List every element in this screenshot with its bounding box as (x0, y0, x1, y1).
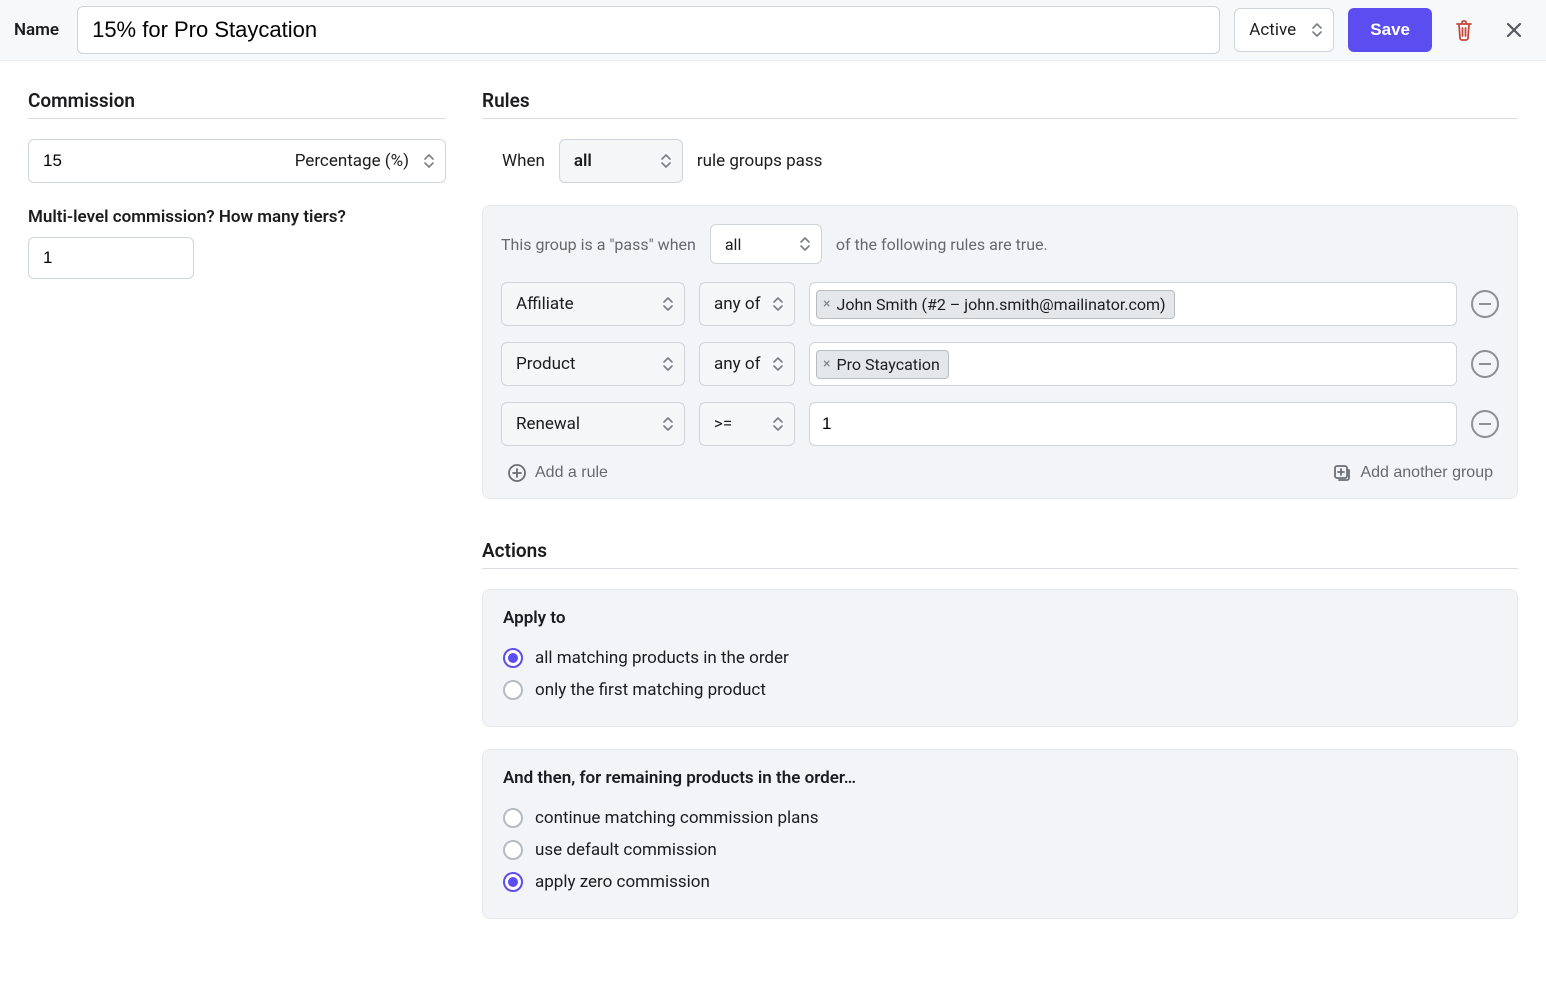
radio-icon (503, 840, 523, 860)
commission-value-input[interactable] (29, 140, 280, 182)
delete-button[interactable] (1446, 12, 1482, 48)
value-chip: × John Smith (#2 – john.smith@mailinator… (816, 290, 1175, 319)
group-suffix: of the following rules are true. (836, 235, 1048, 254)
rule-op-value: any of (714, 294, 761, 314)
chevron-updown-icon (772, 355, 784, 373)
close-icon (1505, 21, 1523, 39)
apply-to-panel: Apply to all matching products in the or… (482, 589, 1518, 727)
radio-label: only the first matching product (535, 680, 766, 700)
rule-field-select[interactable]: Product (501, 342, 685, 386)
commission-row: Percentage (%) (28, 139, 446, 183)
apply-to-option[interactable]: all matching products in the order (503, 642, 1497, 674)
rule-row: Renewal >= (501, 402, 1499, 446)
commission-type-select[interactable]: Percentage (%) (280, 140, 445, 182)
chevron-updown-icon (660, 152, 672, 170)
close-button[interactable] (1496, 12, 1532, 48)
rules-when-mode-value: all (574, 151, 592, 171)
remaining-heading: And then, for remaining products in the … (503, 768, 1497, 788)
add-rule-label: Add a rule (535, 464, 608, 482)
status-select[interactable]: Active (1234, 8, 1334, 52)
commission-heading: Commission (28, 89, 446, 119)
rule-value-input[interactable] (809, 402, 1457, 446)
remaining-option[interactable]: apply zero commission (503, 866, 1497, 898)
add-group-label: Add another group (1360, 464, 1493, 482)
value-chip: × Pro Staycation (816, 350, 949, 379)
chip-label: Pro Staycation (836, 355, 939, 374)
save-button[interactable]: Save (1348, 8, 1432, 52)
actions-heading: Actions (482, 539, 1518, 569)
rule-op-value: any of (714, 354, 761, 374)
rule-op-select[interactable]: any of (699, 342, 795, 386)
remaining-option[interactable]: continue matching commission plans (503, 802, 1497, 834)
radio-icon (503, 808, 523, 828)
add-group-button[interactable]: Add another group (1326, 462, 1499, 484)
chip-remove-icon[interactable]: × (823, 297, 830, 311)
chip-label: John Smith (#2 – john.smith@mailinator.c… (836, 295, 1165, 314)
group-mode-select[interactable]: all (710, 224, 822, 264)
plus-circle-icon (507, 463, 527, 483)
header-bar: Name Active Save (0, 0, 1546, 61)
group-prefix: This group is a "pass" when (501, 235, 696, 254)
rule-row: Product any of × Pro Staycation (501, 342, 1499, 386)
rules-when-mode-select[interactable]: all (559, 139, 683, 183)
radio-label: all matching products in the order (535, 648, 789, 668)
remaining-panel: And then, for remaining products in the … (482, 749, 1518, 919)
radio-icon (503, 680, 523, 700)
chevron-updown-icon (423, 152, 435, 170)
radio-icon (503, 648, 523, 668)
name-label: Name (12, 20, 63, 40)
status-value: Active (1249, 20, 1296, 40)
radio-label: use default commission (535, 840, 717, 860)
rule-field-select[interactable]: Renewal (501, 402, 685, 446)
chip-remove-icon[interactable]: × (823, 357, 830, 371)
group-mode-value: all (725, 235, 741, 254)
remove-rule-button[interactable] (1471, 290, 1499, 318)
rule-value-box[interactable]: × John Smith (#2 – john.smith@mailinator… (809, 282, 1457, 326)
rule-group-header: This group is a "pass" when all of the f… (501, 224, 1499, 264)
chevron-updown-icon (662, 415, 674, 433)
plan-name-input[interactable] (77, 6, 1220, 54)
chevron-updown-icon (799, 235, 811, 253)
chevron-updown-icon (1311, 21, 1323, 39)
rules-when-suffix: rule groups pass (697, 151, 823, 171)
rule-op-value: >= (714, 414, 732, 434)
radio-label: continue matching commission plans (535, 808, 819, 828)
trash-icon (1454, 19, 1474, 41)
rule-field-select[interactable]: Affiliate (501, 282, 685, 326)
rule-op-select[interactable]: >= (699, 402, 795, 446)
rule-op-select[interactable]: any of (699, 282, 795, 326)
rule-group: This group is a "pass" when all of the f… (482, 205, 1518, 499)
chevron-updown-icon (772, 415, 784, 433)
remove-rule-button[interactable] (1471, 410, 1499, 438)
radio-label: apply zero commission (535, 872, 710, 892)
chevron-updown-icon (662, 295, 674, 313)
rules-heading: Rules (482, 89, 1518, 119)
rule-field-value: Affiliate (516, 294, 574, 314)
tiers-label: Multi-level commission? How many tiers? (28, 207, 446, 227)
rule-value-box[interactable]: × Pro Staycation (809, 342, 1457, 386)
rules-when-row: When all rule groups pass (502, 139, 1518, 183)
radio-icon (503, 872, 523, 892)
apply-to-option[interactable]: only the first matching product (503, 674, 1497, 706)
remaining-option[interactable]: use default commission (503, 834, 1497, 866)
chevron-updown-icon (662, 355, 674, 373)
apply-to-heading: Apply to (503, 608, 1497, 628)
rule-field-value: Product (516, 354, 575, 374)
tiers-input[interactable] (28, 237, 194, 279)
add-group-icon (1332, 463, 1352, 483)
chevron-updown-icon (772, 295, 784, 313)
rule-row: Affiliate any of × John Smith (#2 – john… (501, 282, 1499, 326)
rules-when-prefix: When (502, 151, 545, 171)
remove-rule-button[interactable] (1471, 350, 1499, 378)
add-rule-button[interactable]: Add a rule (501, 462, 614, 484)
commission-type-label: Percentage (%) (295, 151, 409, 171)
rule-field-value: Renewal (516, 414, 580, 434)
